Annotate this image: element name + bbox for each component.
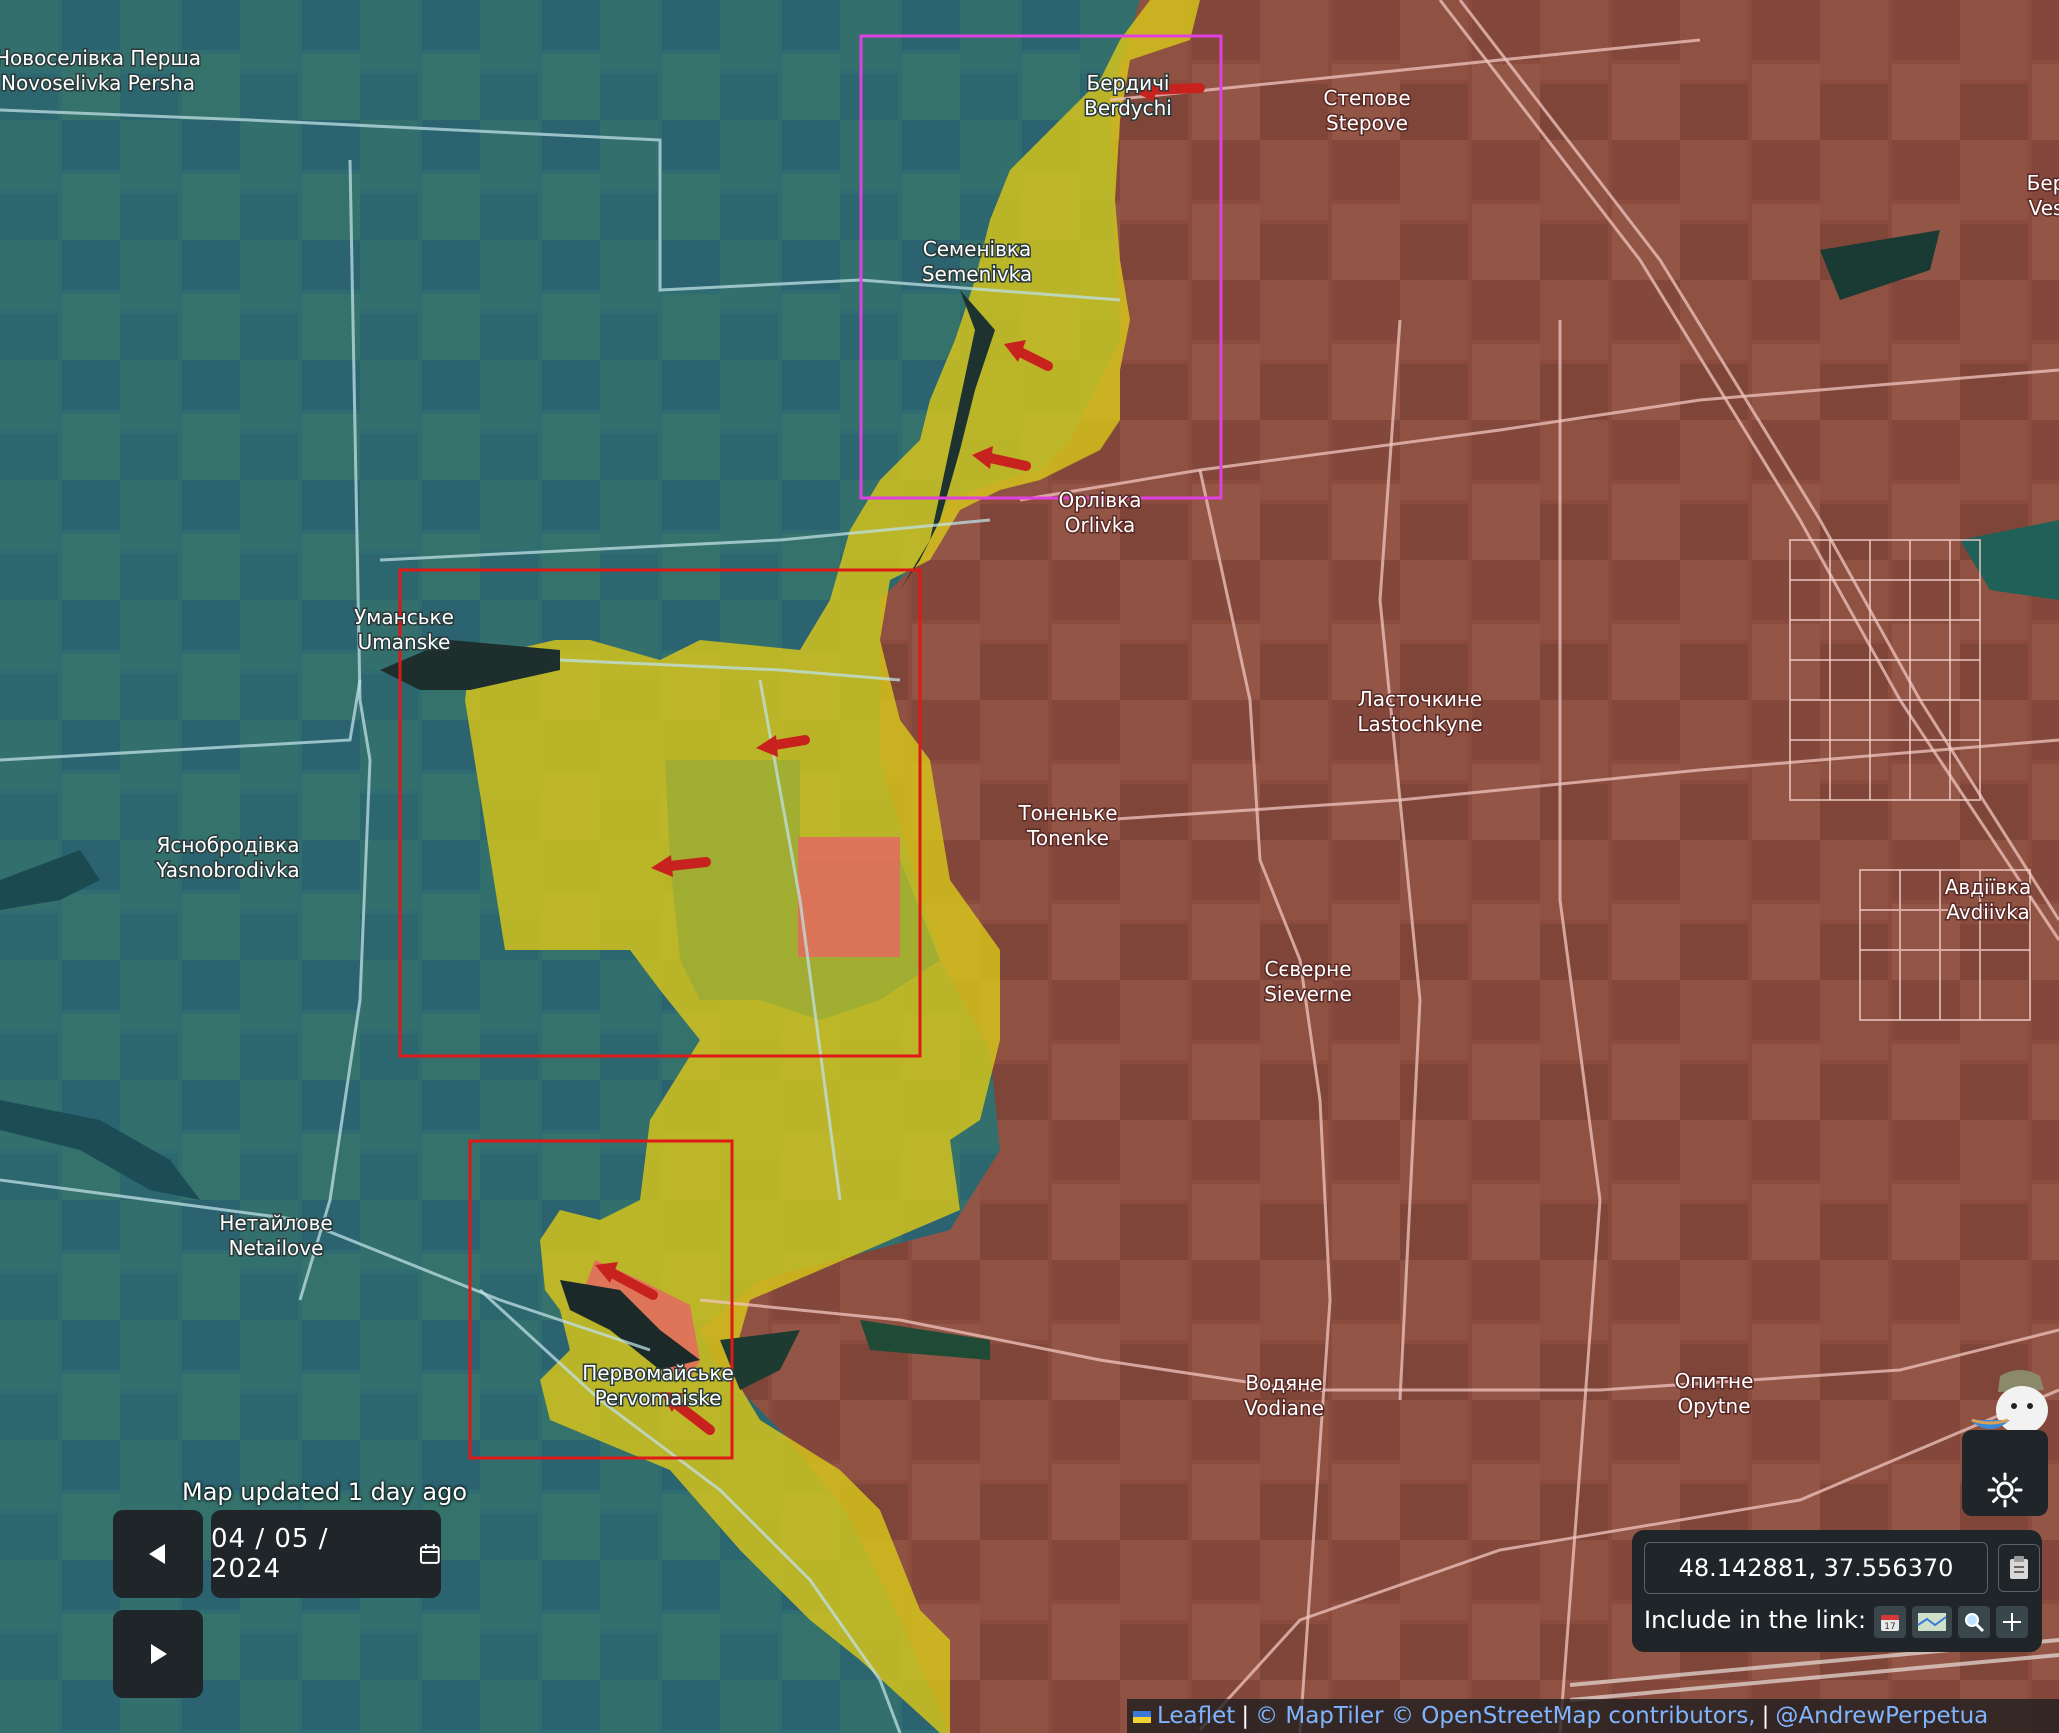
copy-coordinates-button[interactable] [1998, 1544, 2040, 1592]
place-label-text: Орлівка [1059, 488, 1142, 512]
place-label-text: Umanske [358, 630, 451, 654]
place-label-text: Pervomaiske [595, 1386, 722, 1410]
place-label-text: Vodiane [1244, 1396, 1324, 1420]
place-label-stepove: СтеповеStepove [1322, 85, 1412, 137]
place-label-text: Сєверне [1264, 957, 1351, 981]
previous-date-button[interactable] [113, 1510, 203, 1598]
calendar-icon[interactable] [419, 1543, 441, 1565]
coordinates-field[interactable]: 48.142881, 37.556370 [1644, 1542, 1988, 1594]
place-label-text: Авдіївка [1945, 875, 2032, 899]
place-label-orlivka: ОрлівкаOrlivka [1057, 487, 1143, 539]
place-label-vodiane: ВодянеVodiane [1243, 1370, 1326, 1422]
date-separator-2: / [318, 1524, 329, 1554]
next-date-button[interactable] [113, 1610, 203, 1698]
place-label-opytne: ОпитнеOpytne [1673, 1368, 1755, 1420]
place-label-text: Netailove [229, 1236, 324, 1260]
place-label-netailove: НетайловеNetailove [218, 1210, 334, 1262]
place-label-berdychi: БердичіBerdychi [1083, 70, 1174, 122]
place-label-text: Опитне [1675, 1369, 1754, 1393]
place-label-umanske: УманськеUmanske [353, 604, 456, 656]
place-label-text: Berdychi [1084, 96, 1172, 120]
attribution-separator: | [1241, 1703, 1250, 1729]
include-in-link-label: Include in the link: [1644, 1606, 1867, 1634]
place-label-yasnobrodivka: ЯснобродівкаYasnobrodivka [154, 832, 301, 884]
place-label-text: Бер [2027, 171, 2059, 195]
attribution-separator: | [1761, 1703, 1770, 1729]
place-label-pervomaiske: ПервомайськеPervomaiske [581, 1360, 736, 1412]
attribution-bar: Leaflet | © MapTiler © OpenStreetMap contr… [1127, 1699, 2059, 1733]
place-label-text: Opytne [1677, 1394, 1750, 1418]
place-label-text: Ves [2029, 196, 2059, 220]
calendar-icon[interactable]: 17 [1874, 1606, 1906, 1638]
place-label-text: Яснобродівка [157, 833, 300, 857]
place-label-avdiivka: АвдіївкаAvdiivka [1943, 874, 2033, 926]
place-label-text: Yasnobrodivka [155, 858, 299, 882]
triangle-right-icon [151, 1644, 167, 1664]
crosshair-icon[interactable] [1996, 1606, 2028, 1638]
date-input[interactable]: 04 / 05 / 2024 [211, 1510, 441, 1598]
place-label-text: Бердичі [1087, 71, 1170, 95]
date-month: 04 [211, 1524, 247, 1554]
date-year: 2024 [211, 1554, 282, 1584]
settings-button[interactable] [1962, 1430, 2048, 1516]
coordinates-panel: 48.142881, 37.556370 Include in the link… [1632, 1530, 2042, 1652]
place-label-tonenke: ТоненькеTonenke [1016, 800, 1119, 852]
place-label-novoselivka: Новоселівка ПершаNovoselivka Persha [0, 45, 203, 97]
maptiler-link[interactable]: © MapTiler [1255, 1703, 1384, 1729]
triangle-left-icon [149, 1544, 165, 1564]
date-day: 05 [274, 1524, 310, 1554]
place-label-text: Первомайське [582, 1361, 734, 1385]
place-label-bed_partial: БерVes [2025, 170, 2059, 222]
place-label-text: Lastochkyne [1357, 712, 1482, 736]
clipboard-icon [2010, 1556, 2028, 1579]
place-label-semenivka: СеменівкаSemenivka [920, 236, 1033, 288]
svg-text:17: 17 [1884, 1622, 1895, 1632]
place-label-text: Уманське [354, 605, 454, 629]
place-label-text: Novoselivka Persha [1, 71, 195, 95]
gear-icon [1987, 1472, 2023, 1508]
map-icon[interactable] [1912, 1606, 1952, 1638]
place-label-text: Ласточкине [1358, 687, 1482, 711]
place-label-text: Нетайлове [219, 1211, 332, 1235]
osm-link[interactable]: © OpenStreetMap contributors, [1391, 1703, 1756, 1729]
place-label-text: Orlivka [1065, 513, 1135, 537]
map-updated-text: Map updated 1 day ago [182, 1478, 467, 1506]
place-label-lastochkyne: ЛасточкинеLastochkyne [1356, 686, 1484, 738]
leaflet-link[interactable]: Leaflet [1157, 1703, 1235, 1729]
place-label-text: Водяне [1245, 1371, 1322, 1395]
place-label-text: Tonenke [1026, 826, 1109, 850]
ukraine-flag-icon [1133, 1710, 1151, 1723]
place-label-text: Avdiivka [1946, 900, 2029, 924]
place-label-text: Semenivka [922, 262, 1032, 286]
place-label-text: Семенівка [923, 237, 1031, 261]
zoom-icon[interactable] [1958, 1606, 1990, 1638]
place-label-text: Stepove [1326, 111, 1408, 135]
recent-advance-west [798, 837, 900, 957]
place-label-text: Новоселівка Перша [0, 46, 201, 70]
map-canvas[interactable]: Новоселівка ПершаNovoselivka Persha Берди… [0, 0, 2059, 1733]
place-label-sieverne: СєвернеSieverne [1263, 956, 1354, 1008]
author-link[interactable]: @AndrewPerpetua [1775, 1703, 1988, 1729]
place-label-text: Тоненьке [1017, 801, 1117, 825]
place-label-text: Sieverne [1264, 982, 1352, 1006]
date-separator-1: / [255, 1524, 266, 1554]
place-label-text: Степове [1323, 86, 1410, 110]
